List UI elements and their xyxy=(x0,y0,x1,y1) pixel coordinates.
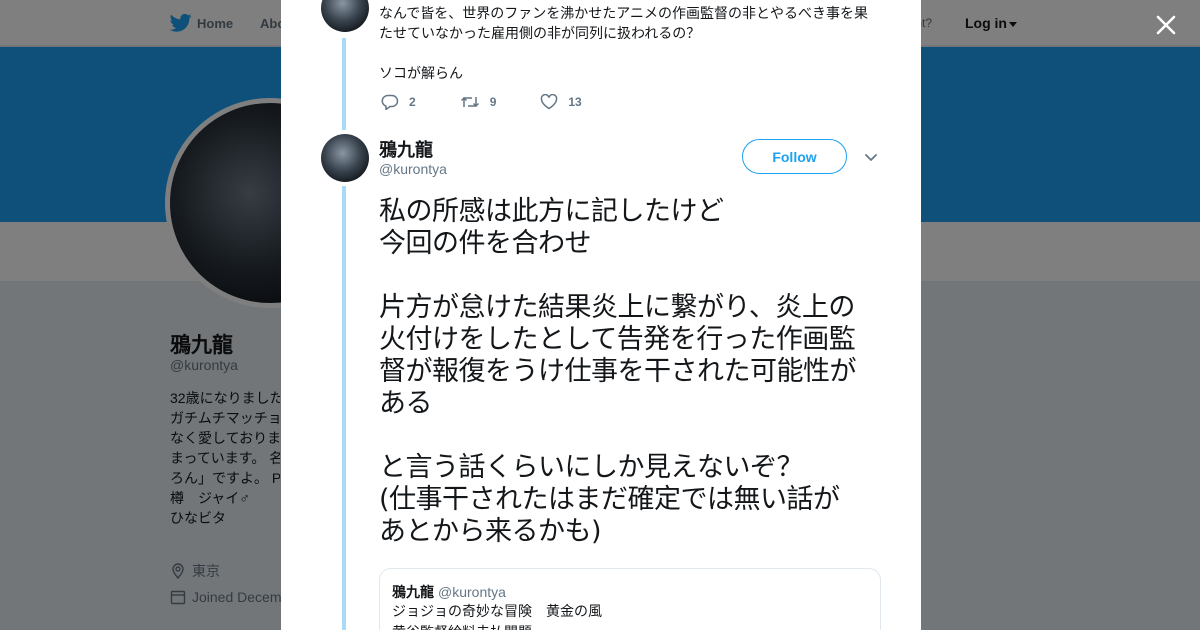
tweet-line: ソコが解らん xyxy=(379,65,463,81)
reply-icon xyxy=(381,94,399,110)
heart-icon xyxy=(541,94,558,110)
tweet-line: 火付けをしたとして告発を行った作画監 xyxy=(379,324,856,355)
follow-button[interactable]: Follow xyxy=(742,139,847,174)
chevron-down-icon[interactable] xyxy=(863,149,879,165)
tweet-author-avatar[interactable] xyxy=(321,134,369,182)
retweet-icon xyxy=(460,96,479,108)
tweet-author-name[interactable]: 鴉九龍 xyxy=(379,136,433,162)
tweet-line: なんで皆を、世界のファンを沸かせたアニメの作画監督の非とやるべき事を果 xyxy=(379,5,869,21)
tweet-line: 片方が怠けた結果炎上に繋がり、炎上の xyxy=(379,292,855,323)
previous-tweet-text: なんで皆を、世界のファンを沸かせたアニメの作画監督の非とやるべき事を果 たせてい… xyxy=(379,3,889,83)
retweet-action[interactable]: 9 xyxy=(460,94,497,110)
tweet-line: 督が報復をうけ仕事を干された可能性が xyxy=(379,356,857,387)
thread-connector xyxy=(342,38,346,130)
tweet-line: あとから来るかも) xyxy=(379,516,602,547)
thread-connector xyxy=(342,186,346,630)
reply-action[interactable]: 2 xyxy=(381,94,416,110)
tweet-line: と言う話くらいにしか見えないぞ？ xyxy=(379,452,804,483)
like-count: 13 xyxy=(568,95,582,109)
quoted-tweet-line: ジョジョの奇妙な冒険 黄金の風 xyxy=(392,603,602,619)
tweet-author-handle[interactable]: @kurontya xyxy=(379,161,447,177)
quoted-tweet-handle: @kurontya xyxy=(438,584,506,600)
close-icon[interactable] xyxy=(1153,12,1179,38)
previous-tweet-avatar[interactable] xyxy=(321,0,369,32)
reply-count: 2 xyxy=(409,95,416,109)
like-action[interactable]: 13 xyxy=(540,94,582,110)
tweet-line: ある xyxy=(379,388,433,419)
tweet-line: 私の所感は此方に記したけど xyxy=(379,196,724,227)
tweet-modal: なんで皆を、世界のファンを沸かせたアニメの作画監督の非とやるべき事を果 たせてい… xyxy=(281,0,921,630)
retweet-count: 9 xyxy=(489,95,497,109)
previous-tweet-actions: 2 9 13 xyxy=(381,94,626,110)
tweet-line: (仕事干されたはまだ確定では無い話が xyxy=(379,484,840,515)
tweet-line: 今回の件を合わせ xyxy=(379,228,592,259)
tweet-line: たせていなかった雇用側の非が同列に扱われるの？ xyxy=(379,25,701,41)
quoted-tweet-line: 黄谷監督給料未払問題 xyxy=(392,622,868,630)
quoted-tweet-name: 鴉九龍 xyxy=(392,584,434,600)
quoted-tweet[interactable]: 鴉九龍@kurontya ジョジョの奇妙な冒険 黄金の風 黄谷監督給料未払問題 xyxy=(379,568,881,630)
tweet-text: 私の所感は此方に記したけど 今回の件を合わせ 片方が怠けた結果炎上に繋がり、炎上… xyxy=(379,196,889,548)
